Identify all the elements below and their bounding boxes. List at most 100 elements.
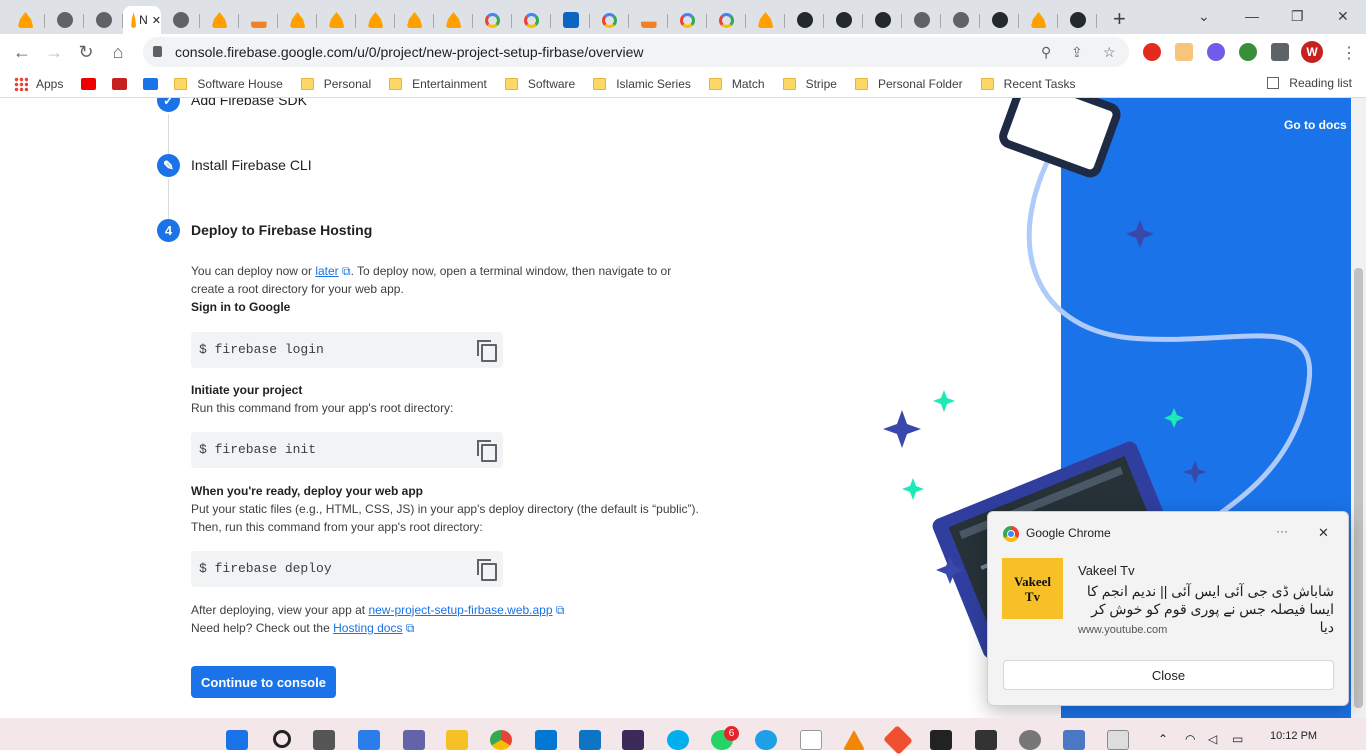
vlc-icon[interactable] — [843, 730, 865, 750]
scrollbar-thumb[interactable] — [1354, 268, 1363, 708]
browser-tab[interactable] — [629, 6, 668, 34]
phpstorm-icon[interactable] — [622, 730, 644, 750]
bookmark-folder[interactable]: Personal — [300, 77, 371, 91]
browser-tab[interactable] — [941, 6, 980, 34]
app-icon[interactable] — [1063, 730, 1085, 750]
browser-tab[interactable] — [863, 6, 902, 34]
forward-icon[interactable]: → — [38, 42, 70, 63]
browser-tab[interactable] — [980, 6, 1019, 34]
git-icon[interactable] — [883, 725, 913, 755]
browser-tab[interactable] — [6, 6, 45, 34]
bookmark-folder[interactable]: Match — [708, 77, 765, 91]
go-to-docs-link[interactable]: Go to docs — [1284, 118, 1347, 132]
tab-close-icon[interactable]: ✕ — [152, 14, 161, 27]
profile-avatar[interactable]: W — [1301, 41, 1323, 63]
tray-chevron-icon[interactable]: ⌃ — [1158, 732, 1168, 746]
app-icon[interactable] — [143, 77, 159, 90]
reading-list-button[interactable]: Reading list — [1267, 76, 1352, 90]
firebase-icon — [445, 12, 462, 28]
bookmark-label: Recent Tasks — [1003, 76, 1076, 91]
browser-tab[interactable] — [1058, 6, 1097, 34]
bookmark-folder[interactable]: Software — [504, 77, 575, 91]
browser-tab[interactable] — [746, 6, 785, 34]
browser-tab[interactable] — [668, 6, 707, 34]
cmd-icon[interactable] — [975, 730, 997, 750]
reload-icon[interactable]: ↻ — [70, 42, 102, 63]
browser-tab[interactable] — [434, 6, 473, 34]
more-options-icon[interactable]: ··· — [1276, 524, 1288, 538]
tab-search-icon[interactable]: ⌄ — [1198, 8, 1210, 25]
browser-tab[interactable] — [707, 6, 746, 34]
bookmark-folder[interactable]: Stripe — [782, 77, 837, 91]
settings-icon[interactable] — [1019, 730, 1041, 750]
wifi-icon[interactable]: ◠ — [1185, 732, 1195, 746]
browser-tab[interactable] — [356, 6, 395, 34]
bookmark-star-icon[interactable]: ☆ — [1103, 44, 1119, 60]
globe-icon — [913, 12, 930, 28]
back-icon[interactable]: ← — [6, 42, 38, 63]
browser-tab[interactable] — [785, 6, 824, 34]
minimize-button[interactable]: — — [1245, 8, 1259, 24]
gmail-icon[interactable] — [112, 77, 128, 90]
bookmark-apps[interactable]: Apps — [14, 76, 63, 91]
volume-icon[interactable]: ◁ — [1208, 732, 1217, 746]
browser-tab[interactable] — [278, 6, 317, 34]
new-tab-button[interactable]: + — [1113, 6, 1126, 32]
task-view-icon[interactable] — [313, 730, 335, 750]
browser-tab[interactable] — [1019, 6, 1058, 34]
browser-tab[interactable] — [239, 6, 278, 34]
notification-close-button[interactable]: Close — [1003, 660, 1334, 690]
widgets-icon[interactable] — [358, 730, 380, 750]
edge-icon[interactable] — [755, 730, 777, 750]
browser-tab[interactable] — [45, 6, 84, 34]
vscode-icon[interactable] — [579, 730, 601, 750]
notification-title: Vakeel Tv — [1078, 563, 1135, 578]
search-icon[interactable] — [273, 730, 291, 748]
clock[interactable]: 10:12 PM — [1270, 730, 1317, 742]
bookmark-folder[interactable]: Personal Folder — [854, 77, 963, 91]
browser-tab[interactable] — [84, 6, 123, 34]
extension-icon[interactable] — [1175, 43, 1193, 61]
close-icon[interactable]: ✕ — [1318, 525, 1329, 541]
browser-tab[interactable] — [161, 6, 200, 34]
browser-tab[interactable] — [473, 6, 512, 34]
browser-tab[interactable] — [512, 6, 551, 34]
skype-icon[interactable] — [667, 730, 689, 750]
store-icon[interactable] — [535, 730, 557, 750]
browser-tab[interactable] — [551, 6, 590, 34]
file-explorer-icon[interactable] — [446, 730, 468, 750]
notepad-icon[interactable] — [800, 730, 822, 750]
bookmark-folder[interactable]: Recent Tasks — [980, 76, 1076, 91]
browser-tab[interactable] — [200, 6, 239, 34]
chrome-notification[interactable]: Google Chrome ··· ✕ Vakeel Tv Vakeel Tv ش… — [987, 511, 1349, 706]
browser-tab[interactable] — [395, 6, 434, 34]
home-icon[interactable]: ⌂ — [102, 42, 134, 63]
scrollbar[interactable] — [1351, 98, 1366, 718]
restore-button[interactable]: ❐ — [1291, 8, 1304, 25]
teams-icon[interactable] — [403, 730, 425, 750]
app-icon[interactable] — [1107, 730, 1129, 750]
bookmark-folder[interactable]: Islamic Series — [593, 77, 691, 91]
extension-icon[interactable] — [1207, 43, 1225, 61]
youtube-icon[interactable] — [81, 77, 97, 90]
browser-tab-active[interactable]: N ✕ — [123, 6, 161, 34]
browser-tab[interactable] — [824, 6, 863, 34]
zoom-icon[interactable]: ⚲ — [1041, 44, 1057, 60]
browser-tab[interactable] — [590, 6, 629, 34]
terminal-icon[interactable] — [930, 730, 952, 750]
adblock-extension-icon[interactable] — [1143, 43, 1161, 61]
folder-icon — [593, 77, 607, 90]
browser-tab[interactable] — [317, 6, 356, 34]
browser-tab[interactable] — [902, 6, 941, 34]
chrome-taskbar-icon[interactable] — [490, 730, 512, 750]
extension-icon[interactable] — [1239, 43, 1257, 61]
address-bar[interactable]: console.firebase.google.com/u/0/project/… — [143, 37, 1129, 67]
bookmark-folder[interactable]: Software House — [174, 77, 283, 91]
extensions-puzzle-icon[interactable] — [1271, 43, 1289, 61]
bookmark-folder[interactable]: Entertainment — [389, 77, 487, 91]
menu-icon[interactable]: ⋮ — [1340, 43, 1358, 62]
battery-icon[interactable]: ▭ — [1232, 732, 1243, 746]
share-icon[interactable]: ⇪ — [1071, 44, 1087, 60]
close-window-button[interactable]: ✕ — [1337, 8, 1349, 25]
start-icon[interactable] — [226, 730, 248, 750]
